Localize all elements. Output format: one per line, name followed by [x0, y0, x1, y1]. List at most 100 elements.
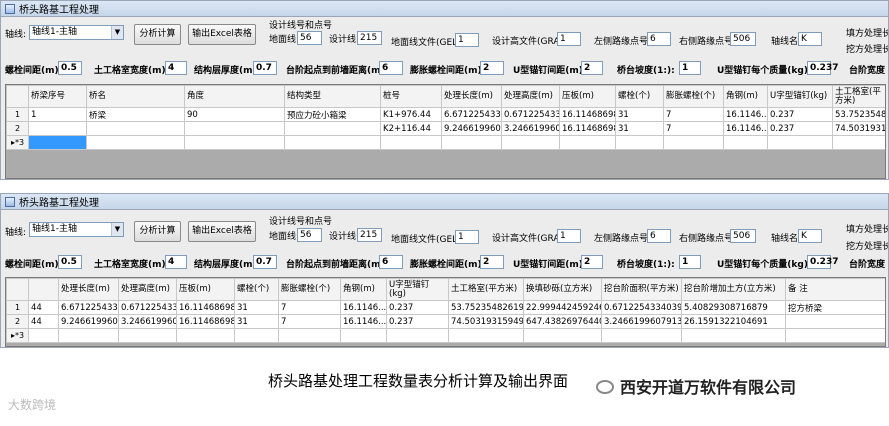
table-cell[interactable] [284, 121, 381, 136]
table-cell[interactable] [441, 135, 502, 150]
column-header[interactable]: 挖台阶增加土方(立方米) [681, 278, 786, 301]
table-cell[interactable] [184, 135, 285, 150]
table-cell[interactable]: 9.246619960... [58, 314, 119, 329]
table-cell[interactable] [234, 328, 279, 343]
table-cell[interactable]: 647.438269764405 [523, 314, 602, 329]
table-cell[interactable]: 9.246619960... [441, 121, 502, 136]
table-cell[interactable] [523, 328, 602, 343]
column-header[interactable]: 换填砂砾(立方米) [523, 278, 602, 301]
column-header[interactable]: U字型锚钉(kg) [767, 85, 833, 108]
column-header[interactable]: 角钢(m) [340, 278, 387, 301]
table-cell[interactable]: 16.11468698... [559, 121, 616, 136]
bridge-data-grid[interactable]: 桥梁序号 桥名 角度 结构类型 桩号 处理长度(m) 处理高度(m) 压板(m)… [5, 84, 886, 179]
analyze-button[interactable]: 分析计算 [134, 221, 181, 242]
table-cell[interactable]: 1 [28, 107, 87, 122]
ground-line-input[interactable]: 56 [297, 228, 322, 242]
row-header[interactable]: ▸*3 [6, 135, 29, 150]
table-cell[interactable]: 3.24661996079139 [601, 314, 682, 329]
design-line-input[interactable]: 215 [357, 31, 382, 45]
left-point-input[interactable]: 6 [647, 32, 671, 46]
column-header[interactable]: 膨胀螺栓(个) [278, 278, 341, 301]
column-header[interactable]: 土工格室(平方米) [448, 278, 524, 301]
axis-select[interactable]: 轴线1-主轴 ▼ [29, 222, 124, 237]
column-header[interactable]: 角钢(m) [723, 85, 768, 108]
table-cell[interactable]: 6.671225433... [58, 300, 119, 315]
table-cell-selected[interactable] [28, 135, 87, 150]
table-cell[interactable] [176, 328, 235, 343]
step-distance-input[interactable]: 6 [379, 255, 403, 269]
row-header[interactable]: ▸*3 [6, 328, 29, 343]
gra-input[interactable]: 1 [557, 32, 581, 46]
column-header[interactable]: 结构类型 [284, 85, 381, 108]
table-new-row[interactable]: ▸*3 [6, 328, 885, 343]
table-cell[interactable]: 3.246619960... [118, 314, 177, 329]
table-cell[interactable]: 31 [234, 300, 279, 315]
bolt-spacing-input[interactable]: 0.5 [58, 61, 82, 75]
u-nail-spacing-input[interactable]: 2 [581, 61, 603, 75]
table-cell[interactable]: 桥梁 [86, 107, 185, 122]
column-header[interactable]: 备 注 [785, 278, 885, 301]
table-cell[interactable] [615, 135, 664, 150]
column-header[interactable] [28, 278, 59, 301]
table-cell[interactable] [86, 121, 185, 136]
gel-input[interactable]: 1 [455, 230, 479, 244]
table-cell[interactable]: 7 [278, 314, 341, 329]
column-header[interactable]: 处理长度(m) [441, 85, 502, 108]
right-point-input[interactable]: 506 [730, 32, 756, 46]
table-cell[interactable]: 90 [184, 107, 285, 122]
table-cell[interactable]: 26.1591322104691 [681, 314, 786, 329]
bolt-spacing-input[interactable]: 0.5 [58, 255, 82, 269]
table-cell[interactable] [278, 328, 341, 343]
export-excel-button[interactable]: 输出Excel表格 [188, 221, 256, 242]
column-header[interactable]: 桥名 [86, 85, 185, 108]
geocell-width-input[interactable]: 4 [165, 255, 187, 269]
ground-line-input[interactable]: 56 [297, 31, 322, 45]
column-header[interactable]: 螺栓(个) [234, 278, 279, 301]
column-header[interactable]: 桥梁序号 [28, 85, 87, 108]
row-header[interactable]: 2 [6, 314, 29, 329]
table-cell[interactable]: K2+116.44 [380, 121, 442, 136]
row-header[interactable]: 1 [6, 300, 29, 315]
geocell-width-input[interactable]: 4 [165, 61, 187, 75]
u-nail-spacing-input[interactable]: 2 [581, 255, 603, 269]
table-cell[interactable]: 7 [663, 121, 724, 136]
table-cell[interactable]: 16.1146... [340, 314, 387, 329]
table-cell[interactable] [767, 135, 833, 150]
expansion-bolt-spacing-input[interactable]: 2 [480, 255, 504, 269]
table-cell[interactable] [28, 328, 59, 343]
table-cell[interactable]: 3.246619960... [501, 121, 560, 136]
table-cell[interactable]: 16.11468698... [559, 107, 616, 122]
table-cell[interactable]: 31 [234, 314, 279, 329]
table-cell[interactable] [28, 121, 87, 136]
column-header[interactable]: 挖台阶面积(平方米) [601, 278, 682, 301]
table-cell[interactable]: 0.671225433... [118, 300, 177, 315]
table-cell[interactable] [601, 328, 682, 343]
table-cell[interactable] [785, 328, 885, 343]
u-nail-mass-input[interactable]: 0.237 [807, 61, 838, 75]
table-cell[interactable]: 16.1146... [723, 107, 768, 122]
u-nail-mass-input[interactable]: 0.237 [807, 255, 838, 269]
table-cell[interactable] [501, 135, 560, 150]
table-row[interactable]: 1 1 桥梁 90 预应力砼小箱梁 K1+976.44 6.671225433.… [6, 107, 885, 122]
table-cell[interactable]: 预应力砼小箱梁 [284, 107, 381, 122]
table-cell[interactable] [448, 328, 524, 343]
table-cell[interactable]: 0.671225433403902 [601, 300, 682, 315]
table-cell[interactable]: 44 [28, 300, 59, 315]
table-cell[interactable]: 0.671225433... [501, 107, 560, 122]
column-header[interactable]: 膨胀螺栓(个) [663, 85, 724, 108]
table-cell[interactable]: 0.237 [386, 300, 449, 315]
table-cell[interactable]: 22.999442459246 [523, 300, 602, 315]
table-cell[interactable]: K1+976.44 [380, 107, 442, 122]
step-distance-input[interactable]: 6 [379, 61, 403, 75]
table-cell[interactable] [380, 135, 442, 150]
column-header[interactable]: 土工格室(平方米) [832, 85, 885, 108]
table-cell[interactable] [663, 135, 724, 150]
table-cell[interactable]: 6.671225433... [441, 107, 502, 122]
table-cell[interactable] [340, 328, 387, 343]
table-cell[interactable] [723, 135, 768, 150]
column-header[interactable]: U字型锚钉(kg) [386, 278, 449, 301]
table-cell[interactable] [681, 328, 786, 343]
column-header[interactable]: 压板(m) [176, 278, 235, 301]
right-point-input[interactable]: 506 [730, 229, 756, 243]
table-cell[interactable]: 0.237 [767, 121, 833, 136]
